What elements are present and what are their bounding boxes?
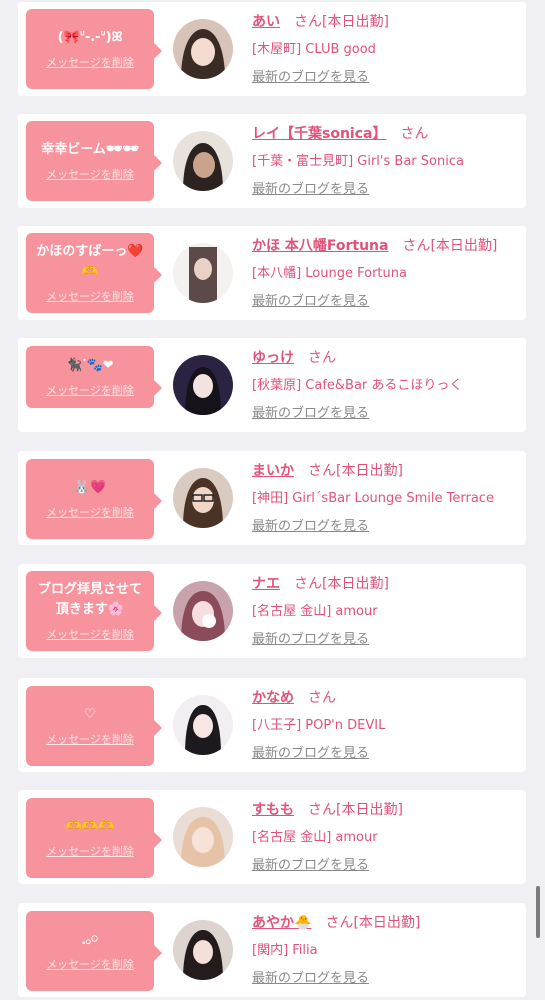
message-bubble: かほのすばーっ❤️ 🫶 メッセージを削除 [26, 233, 162, 313]
delete-message-link[interactable]: メッセージを削除 [46, 843, 134, 859]
list-item: 𓈒𓂂𓏸 メッセージを削除 あやか🐣 さん[本日出勤] [関内] Filia 最新の… [18, 903, 526, 997]
avatar[interactable] [173, 695, 233, 755]
list-item: ブログ拝見させて 頂きます🌸 メッセージを削除 ナエ さん[本日出勤] [名古屋 … [18, 564, 526, 658]
scrollbar[interactable] [536, 886, 540, 938]
cast-name-link[interactable]: すもも [252, 802, 294, 818]
status-badge: [本日出勤] [336, 463, 403, 479]
delete-message-link[interactable]: メッセージを削除 [46, 504, 134, 520]
message-bubble: ブログ拝見させて 頂きます🌸 メッセージを削除 [26, 571, 162, 651]
cast-name-link[interactable]: かほ 本八幡Fortuna [252, 238, 388, 254]
cast-name-link[interactable]: あやか🐣 [252, 915, 311, 931]
delete-message-link[interactable]: メッセージを削除 [46, 288, 134, 304]
entry-info: かなめ さん [八王子] POP'n DEVIL 最新のブログを見る [252, 687, 385, 761]
delete-message-link[interactable]: メッセージを削除 [46, 956, 134, 972]
honorific: さん [400, 126, 429, 142]
honorific: さん [308, 802, 336, 818]
latest-blog-link[interactable]: 最新のブログを見る [252, 402, 462, 421]
avatar[interactable] [173, 581, 233, 641]
shop-label: [木屋町] CLUB good [252, 42, 376, 57]
message-bubble: (🎀ᐡ-.-ᐡ)ꕤ メッセージを削除 [26, 9, 162, 89]
latest-blog-link[interactable]: 最新のブログを見る [252, 628, 389, 647]
message-text: (🎀ᐡ-.-ᐡ)ꕤ [57, 30, 123, 45]
delete-message-link[interactable]: メッセージを削除 [46, 731, 134, 747]
message-text: ブログ拝見させて 頂きます🌸 [37, 582, 142, 617]
list-item: 🫶🫶🫶 メッセージを削除 すもも さん[本日出勤] [名古屋 金山] amour … [18, 790, 526, 884]
message-bubble: 🐈‍⬛ᐝ🐾❤ メッセージを削除 [26, 346, 162, 408]
delete-message-link[interactable]: メッセージを削除 [46, 54, 134, 70]
delete-message-link[interactable]: メッセージを削除 [46, 166, 134, 182]
shop-label: [神田] Girl´sBar Lounge Smile Terrace [252, 491, 494, 506]
list-item: 🐰💗 メッセージを削除 まいか さん[本日出勤] [神田] Girl´sBar L… [18, 451, 526, 545]
honorific: さん [308, 690, 336, 706]
avatar[interactable] [173, 19, 233, 79]
cast-name-link[interactable]: ナエ [252, 576, 280, 592]
message-text: 🐰💗 [73, 480, 107, 495]
latest-blog-link[interactable]: 最新のブログを見る [252, 178, 464, 197]
shop-label: [名古屋 金山] amour [252, 604, 378, 619]
delete-message-link[interactable]: メッセージを削除 [46, 382, 134, 398]
cast-name-link[interactable]: まいか [252, 463, 294, 479]
shop-label: [秋葉原] Cafe&Bar あるこほりっく [252, 378, 463, 393]
entry-info: かほ 本八幡Fortuna さん[本日出勤] [本八幡] Lounge Fortu… [252, 235, 497, 309]
entry-info: ゆっけ さん [秋葉原] Cafe&Bar あるこほりっく 最新のブログを見る [252, 347, 462, 421]
shop-label: [八王子] POP'n DEVIL [252, 718, 386, 733]
honorific: さん [308, 463, 336, 479]
cast-name-link[interactable]: ゆっけ [252, 350, 294, 366]
shop-label: [名古屋 金山] amour [252, 830, 378, 845]
latest-blog-link[interactable]: 最新のブログを見る [252, 290, 497, 309]
honorific: さん [402, 238, 431, 254]
list-item: 幸幸ビーム🕶🕶 メッセージを削除 レイ【千葉sonica】 さん [千葉・富士見町… [18, 114, 526, 208]
list-item: かほのすばーっ❤️ 🫶 メッセージを削除 かほ 本八幡Fortuna さん[本日出… [18, 226, 526, 320]
list-item: (🎀ᐡ-.-ᐡ)ꕤ メッセージを削除 あい さん[本日出勤] [木屋町] CLUB… [18, 2, 526, 96]
list-item: ♡ メッセージを削除 かなめ さん [八王子] POP'n DEVIL 最新のブロ… [18, 678, 526, 772]
cast-name-link[interactable]: レイ【千葉sonica】 [252, 126, 386, 142]
latest-blog-link[interactable]: 最新のブログを見る [252, 742, 385, 761]
entry-info: あい さん[本日出勤] [木屋町] CLUB good 最新のブログを見る [252, 11, 389, 85]
message-text: ♡ [84, 707, 96, 722]
cast-name-link[interactable]: あい [252, 14, 280, 30]
avatar[interactable] [173, 920, 233, 980]
status-badge: [本日出勤] [322, 576, 389, 592]
message-bubble: ♡ メッセージを削除 [26, 686, 162, 766]
delete-message-link[interactable]: メッセージを削除 [46, 626, 134, 642]
entry-info: ナエ さん[本日出勤] [名古屋 金山] amour 最新のブログを見る [252, 573, 389, 647]
honorific: さん [294, 14, 322, 30]
avatar[interactable] [173, 807, 233, 867]
avatar[interactable] [173, 355, 233, 415]
list-item: 🐈‍⬛ᐝ🐾❤ メッセージを削除 ゆっけ さん [秋葉原] Cafe&Bar あるこ… [18, 338, 526, 432]
entry-info: まいか さん[本日出勤] [神田] Girl´sBar Lounge Smile … [252, 460, 494, 534]
cast-name-link[interactable]: かなめ [252, 690, 294, 706]
honorific: さん [308, 350, 336, 366]
message-text: 🫶🫶🫶 [65, 819, 115, 834]
message-bubble: 𓈒𓂂𓏸 メッセージを削除 [26, 911, 162, 991]
message-text: 幸幸ビーム🕶🕶 [41, 142, 139, 157]
status-badge: [本日出勤] [353, 915, 421, 931]
message-bubble: 🫶🫶🫶 メッセージを削除 [26, 798, 162, 878]
shop-label: [本八幡] Lounge Fortuna [252, 266, 407, 281]
entry-info: すもも さん[本日出勤] [名古屋 金山] amour 最新のブログを見る [252, 799, 403, 873]
status-badge: [本日出勤] [430, 238, 498, 254]
latest-blog-link[interactable]: 最新のブログを見る [252, 515, 494, 534]
status-badge: [本日出勤] [322, 14, 389, 30]
entry-info: レイ【千葉sonica】 さん [千葉・富士見町] Girl's Bar Soni… [252, 123, 464, 197]
latest-blog-link[interactable]: 最新のブログを見る [252, 854, 403, 873]
entry-info: あやか🐣 さん[本日出勤] [関内] Filia 最新のブログを見る [252, 912, 420, 986]
honorific: さん [325, 915, 354, 931]
status-badge: [本日出勤] [336, 802, 403, 818]
message-bubble: 🐰💗 メッセージを削除 [26, 459, 162, 539]
avatar[interactable] [173, 131, 233, 191]
message-text: 𓈒𓂂𓏸 [81, 932, 99, 947]
message-text: かほのすばーっ❤️ 🫶 [36, 244, 144, 279]
message-bubble: 幸幸ビーム🕶🕶 メッセージを削除 [26, 121, 162, 201]
latest-blog-link[interactable]: 最新のブログを見る [252, 967, 420, 986]
honorific: さん [294, 576, 322, 592]
avatar[interactable] [173, 243, 233, 303]
shop-label: [千葉・富士見町] Girl's Bar Sonica [252, 154, 464, 169]
shop-label: [関内] Filia [252, 943, 318, 958]
message-text: 🐈‍⬛ᐝ🐾❤ [66, 358, 114, 373]
avatar[interactable] [173, 468, 233, 528]
latest-blog-link[interactable]: 最新のブログを見る [252, 66, 389, 85]
